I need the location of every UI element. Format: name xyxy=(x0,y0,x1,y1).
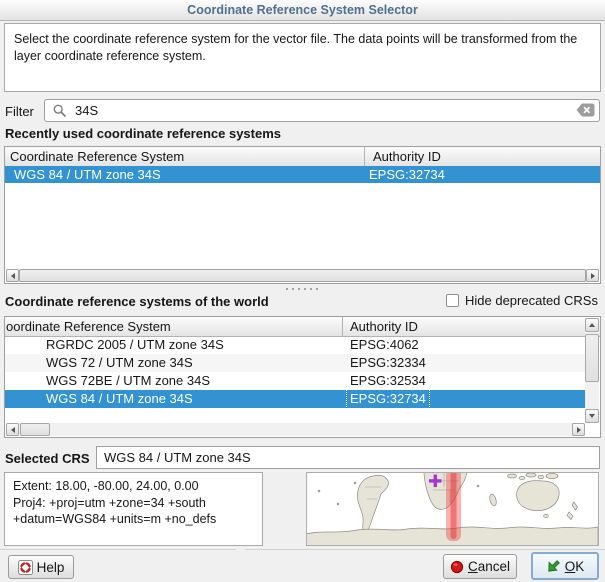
arrow-left-icon xyxy=(11,273,15,279)
scroll-left-button[interactable] xyxy=(6,269,19,282)
hide-deprecated-control: Hide deprecated CRSs xyxy=(446,293,598,308)
cancel-button[interactable]: Cancel xyxy=(443,554,517,579)
selected-crs-label: Selected CRS xyxy=(5,451,90,466)
world-row-wgs72be[interactable]: WGS 72BE / UTM zone 34S EPSG:32534 xyxy=(5,372,585,390)
search-icon xyxy=(52,103,67,118)
divider xyxy=(0,549,236,550)
vscroll-thumb[interactable] xyxy=(585,334,599,382)
ok-button-label: OK xyxy=(565,559,585,574)
scroll-down-button[interactable] xyxy=(585,409,599,423)
world-col-authority[interactable]: Authority ID xyxy=(343,317,595,336)
filter-input[interactable] xyxy=(44,99,600,122)
description-box: Select the coordinate reference system f… xyxy=(4,23,601,92)
crs-selector-dialog: Coordinate Reference System Selector Sel… xyxy=(0,0,605,582)
description-text: Select the coordinate reference system f… xyxy=(14,32,577,63)
scroll-right-button[interactable] xyxy=(572,423,585,436)
help-button-label: Help xyxy=(37,560,65,575)
cancel-button-label: Cancel xyxy=(468,559,510,574)
recent-row-wgs84-utm34s[interactable]: WGS 84 / UTM zone 34S EPSG:32734 xyxy=(5,166,600,183)
filter-label: Filter xyxy=(5,104,34,119)
recent-crs-table: Coordinate Reference System Authority ID… xyxy=(4,146,601,284)
recent-table-header: Coordinate Reference System Authority ID xyxy=(5,147,600,167)
world-row-wgs72[interactable]: WGS 72 / UTM zone 34S EPSG:32334 xyxy=(5,354,585,372)
hide-deprecated-label[interactable]: Hide deprecated CRSs xyxy=(465,293,598,308)
world-row-authority: EPSG:32534 xyxy=(350,372,426,390)
ok-button[interactable]: OK xyxy=(531,552,599,580)
crs-details-box: Extent: 18.00, -80.00, 24.00, 0.00 Proj4… xyxy=(4,472,263,546)
crs-extent-map xyxy=(306,472,599,546)
filter-field xyxy=(44,99,600,122)
world-crs-table: oordinate Reference System Authority ID … xyxy=(4,316,601,438)
recent-table-hscrollbar[interactable] xyxy=(6,269,599,282)
world-row-wgs84-utm34s[interactable]: WGS 84 / UTM zone 34S EPSG:32734 xyxy=(5,390,585,408)
recent-crs-heading: Recently used coordinate reference syste… xyxy=(5,126,281,141)
help-icon xyxy=(18,560,33,575)
world-table-vscrollbar[interactable] xyxy=(585,318,599,423)
extent-text: Extent: 18.00, -80.00, 24.00, 0.00 xyxy=(13,478,254,495)
arrow-right-icon xyxy=(577,427,581,433)
arrow-up-icon xyxy=(589,323,595,327)
cancel-icon xyxy=(450,560,464,574)
proj4-text-line1: Proj4: +proj=utm +zone=34 +south xyxy=(13,495,254,512)
hscroll-thumb[interactable] xyxy=(19,269,586,282)
scroll-left-button[interactable] xyxy=(6,423,19,436)
world-row-authority: EPSG:32734 xyxy=(347,390,429,408)
world-table-header: oordinate Reference System Authority ID xyxy=(5,317,600,337)
map-australia xyxy=(517,481,560,511)
arrow-left-icon xyxy=(11,427,15,433)
world-row-crs: WGS 84 / UTM zone 34S xyxy=(46,390,193,408)
scroll-up-button[interactable] xyxy=(585,318,599,332)
recent-row-crs: WGS 84 / UTM zone 34S xyxy=(14,166,161,183)
world-row-rgrdc2005[interactable]: RGRDC 2005 / UTM zone 34S EPSG:4062 xyxy=(5,336,585,354)
arrow-right-icon xyxy=(591,273,595,279)
arrow-down-icon xyxy=(589,414,595,418)
scroll-right-button[interactable] xyxy=(586,269,599,282)
recent-row-authority: EPSG:32734 xyxy=(369,166,445,183)
dialog-title: Coordinate Reference System Selector xyxy=(187,3,418,17)
world-map-preview xyxy=(307,473,598,545)
world-col-crs[interactable]: oordinate Reference System xyxy=(5,317,342,336)
world-row-crs: WGS 72 / UTM zone 34S xyxy=(46,354,193,372)
divider xyxy=(245,549,605,550)
dialog-titlebar[interactable]: Coordinate Reference System Selector xyxy=(0,0,605,21)
recent-col-crs[interactable]: Coordinate Reference System xyxy=(5,147,368,166)
recent-col-authority[interactable]: Authority ID xyxy=(365,147,601,166)
world-row-authority: EPSG:4062 xyxy=(350,336,419,354)
world-row-crs: RGRDC 2005 / UTM zone 34S xyxy=(46,336,224,354)
hide-deprecated-checkbox[interactable] xyxy=(446,294,459,307)
proj4-text-line2: +datum=WGS84 +units=m +no_defs xyxy=(13,511,254,528)
clear-filter-icon[interactable] xyxy=(576,103,595,117)
world-row-authority: EPSG:32334 xyxy=(350,354,426,372)
world-crs-heading: Coordinate reference systems of the worl… xyxy=(5,294,269,309)
help-button[interactable]: Help xyxy=(8,555,74,579)
ok-icon xyxy=(546,559,561,574)
world-table-hscrollbar[interactable] xyxy=(6,423,585,436)
world-row-crs: WGS 72BE / UTM zone 34S xyxy=(46,372,210,390)
selected-crs-input[interactable] xyxy=(96,446,600,469)
hscroll-thumb[interactable] xyxy=(20,423,50,436)
splitter-handle[interactable] xyxy=(284,287,322,291)
